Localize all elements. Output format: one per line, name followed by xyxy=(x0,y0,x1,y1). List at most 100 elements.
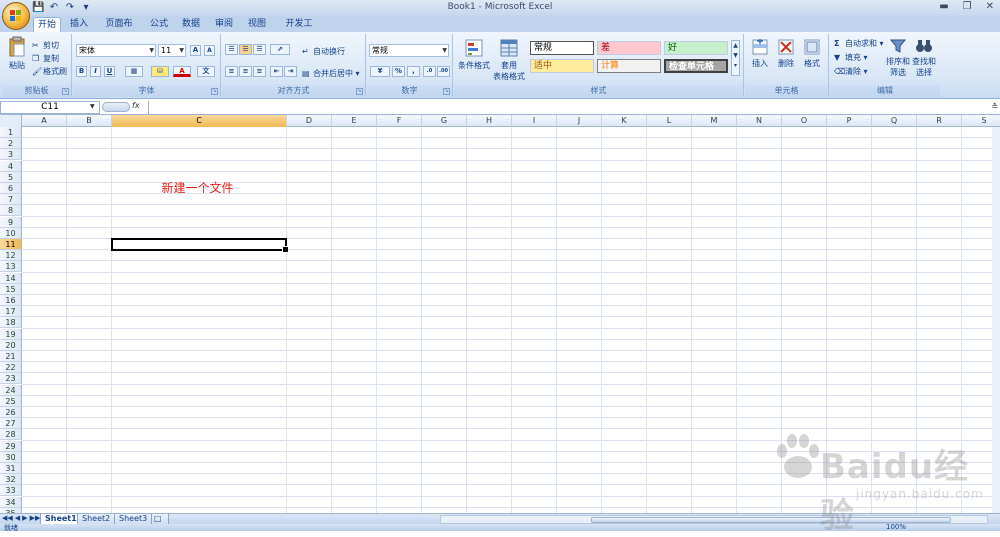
row-header-23[interactable]: 23 xyxy=(0,373,22,385)
style-calculation[interactable]: 计算 xyxy=(597,59,661,73)
office-button[interactable] xyxy=(2,2,30,30)
row-header-4[interactable]: 4 xyxy=(0,160,22,172)
fill-color-icon[interactable]: ⛁ xyxy=(151,66,169,77)
formula-input[interactable] xyxy=(148,101,988,114)
increase-indent-icon[interactable]: ⇥ xyxy=(284,66,297,77)
tab-formulas[interactable]: 公式 xyxy=(146,17,172,32)
format-painter-button[interactable]: 🖌格式刷 xyxy=(32,66,67,77)
column-header-k[interactable]: K xyxy=(602,115,647,127)
row-header-16[interactable]: 16 xyxy=(0,295,22,306)
column-header-s[interactable]: S xyxy=(962,115,1000,127)
number-format-select[interactable]: 常规 ▼ xyxy=(369,44,449,57)
align-middle-icon[interactable]: ☰ xyxy=(239,44,252,55)
column-header-d[interactable]: D xyxy=(287,115,332,127)
active-cell-border[interactable] xyxy=(111,238,289,254)
row-header-7[interactable]: 7 xyxy=(0,194,22,206)
row-header-21[interactable]: 21 xyxy=(0,351,22,362)
chevron-down-icon[interactable]: ▼ xyxy=(90,103,95,110)
wrap-text-button[interactable]: ↵ 自动换行 xyxy=(302,46,345,57)
bold-button[interactable]: B xyxy=(76,66,87,77)
column-header-f[interactable]: F xyxy=(377,115,422,127)
row-header-33[interactable]: 33 xyxy=(0,485,22,497)
styles-gallery-scroll[interactable]: ▲ ▼ ▾ xyxy=(731,40,740,76)
underline-button[interactable]: U xyxy=(104,66,115,77)
minimize-icon[interactable]: ▬ xyxy=(939,1,948,12)
cut-button[interactable]: ✂ 剪切 xyxy=(32,40,59,51)
tab-home[interactable]: 开始 xyxy=(33,17,61,32)
sort-filter-button[interactable]: 排序和 筛选 xyxy=(886,38,910,78)
find-select-button[interactable]: 查找和 选择 xyxy=(912,38,936,78)
delete-cells-button[interactable]: 删除 xyxy=(775,38,797,69)
formula-bar-splitter[interactable] xyxy=(102,102,130,112)
italic-button[interactable]: I xyxy=(90,66,101,77)
next-sheet-icon[interactable]: ▶ xyxy=(22,514,27,522)
dialog-launcher-icon[interactable]: ↘ xyxy=(443,88,450,95)
row-header-1[interactable]: 1 xyxy=(0,127,22,138)
row-header-26[interactable]: 26 xyxy=(0,407,22,418)
align-top-icon[interactable]: ☰ xyxy=(225,44,238,55)
select-all-button[interactable] xyxy=(0,115,22,127)
style-normal[interactable]: 常规 xyxy=(530,41,594,55)
row-header-3[interactable]: 3 xyxy=(0,149,22,161)
tab-developer[interactable]: 开发工具 xyxy=(278,17,320,43)
row-header-32[interactable]: 32 xyxy=(0,474,22,486)
align-center-icon[interactable]: ≡ xyxy=(239,66,252,77)
row-header-10[interactable]: 10 xyxy=(0,227,22,239)
row-header-22[interactable]: 22 xyxy=(0,362,22,374)
row-header-13[interactable]: 13 xyxy=(0,261,22,273)
expand-formula-bar-icon[interactable]: ≛ xyxy=(991,102,998,111)
merge-center-button[interactable]: ▤ 合并后居中 ▾ xyxy=(302,68,360,79)
decrease-decimal-icon[interactable]: .00 xyxy=(437,66,450,77)
column-header-n[interactable]: N xyxy=(737,115,782,127)
insert-cells-button[interactable]: 插入 xyxy=(749,38,771,69)
column-header-e[interactable]: E xyxy=(332,115,377,127)
column-header-p[interactable]: P xyxy=(827,115,872,127)
conditional-format-button[interactable]: 条件格式 xyxy=(457,38,491,71)
column-header-j[interactable]: J xyxy=(557,115,602,127)
row-header-14[interactable]: 14 xyxy=(0,272,22,284)
grow-font-button[interactable]: A xyxy=(190,45,201,56)
cell-c6-text[interactable]: 新建一个文件 xyxy=(162,179,234,196)
row-header-8[interactable]: 8 xyxy=(0,205,22,217)
row-header-12[interactable]: 12 xyxy=(0,250,22,262)
paste-button[interactable]: 粘贴 xyxy=(6,36,28,71)
column-header-q[interactable]: Q xyxy=(872,115,917,127)
style-neutral[interactable]: 适中 xyxy=(530,59,594,73)
row-header-19[interactable]: 19 xyxy=(0,328,22,340)
last-sheet-icon[interactable]: ▶▶ xyxy=(30,514,41,522)
column-header-h[interactable]: H xyxy=(467,115,512,127)
row-header-30[interactable]: 30 xyxy=(0,451,22,463)
column-header-i[interactable]: I xyxy=(512,115,557,127)
column-header-g[interactable]: G xyxy=(422,115,467,127)
row-header-18[interactable]: 18 xyxy=(0,317,22,329)
clear-button[interactable]: ⌫清除 ▾ xyxy=(834,66,868,77)
insert-function-icon[interactable]: fx xyxy=(132,101,146,113)
column-header-c[interactable]: C xyxy=(112,115,287,127)
align-bottom-icon[interactable]: ☰ xyxy=(253,44,266,55)
row-header-34[interactable]: 34 xyxy=(0,496,22,508)
fill-button[interactable]: ▼ 填充 ▾ xyxy=(834,52,868,63)
format-cells-button[interactable]: 格式 xyxy=(801,38,823,69)
column-header-l[interactable]: L xyxy=(647,115,692,127)
restore-icon[interactable]: ❐ xyxy=(963,1,972,12)
name-box[interactable]: C11 xyxy=(0,101,100,114)
dialog-launcher-icon[interactable]: ↘ xyxy=(62,88,69,95)
decrease-indent-icon[interactable]: ⇤ xyxy=(270,66,283,77)
tab-data[interactable]: 数据 xyxy=(178,17,204,32)
close-icon[interactable]: ✕ xyxy=(986,1,994,12)
vertical-scrollbar[interactable] xyxy=(992,127,1000,513)
row-header-20[interactable]: 20 xyxy=(0,339,22,351)
style-good[interactable]: 好 xyxy=(664,41,728,55)
tab-insert[interactable]: 插入 xyxy=(66,17,92,32)
comma-button[interactable]: , xyxy=(407,66,420,77)
increase-decimal-icon[interactable]: .0 xyxy=(423,66,436,77)
row-header-25[interactable]: 25 xyxy=(0,395,22,407)
tab-view[interactable]: 视图 xyxy=(244,17,270,32)
row-header-5[interactable]: 5 xyxy=(0,171,22,183)
phonetic-icon[interactable]: 文 xyxy=(197,66,215,77)
dialog-launcher-icon[interactable]: ↘ xyxy=(356,88,363,95)
align-left-icon[interactable]: ≡ xyxy=(225,66,238,77)
column-header-a[interactable]: A xyxy=(22,115,67,127)
column-header-m[interactable]: M xyxy=(692,115,737,127)
row-header-15[interactable]: 15 xyxy=(0,283,22,295)
